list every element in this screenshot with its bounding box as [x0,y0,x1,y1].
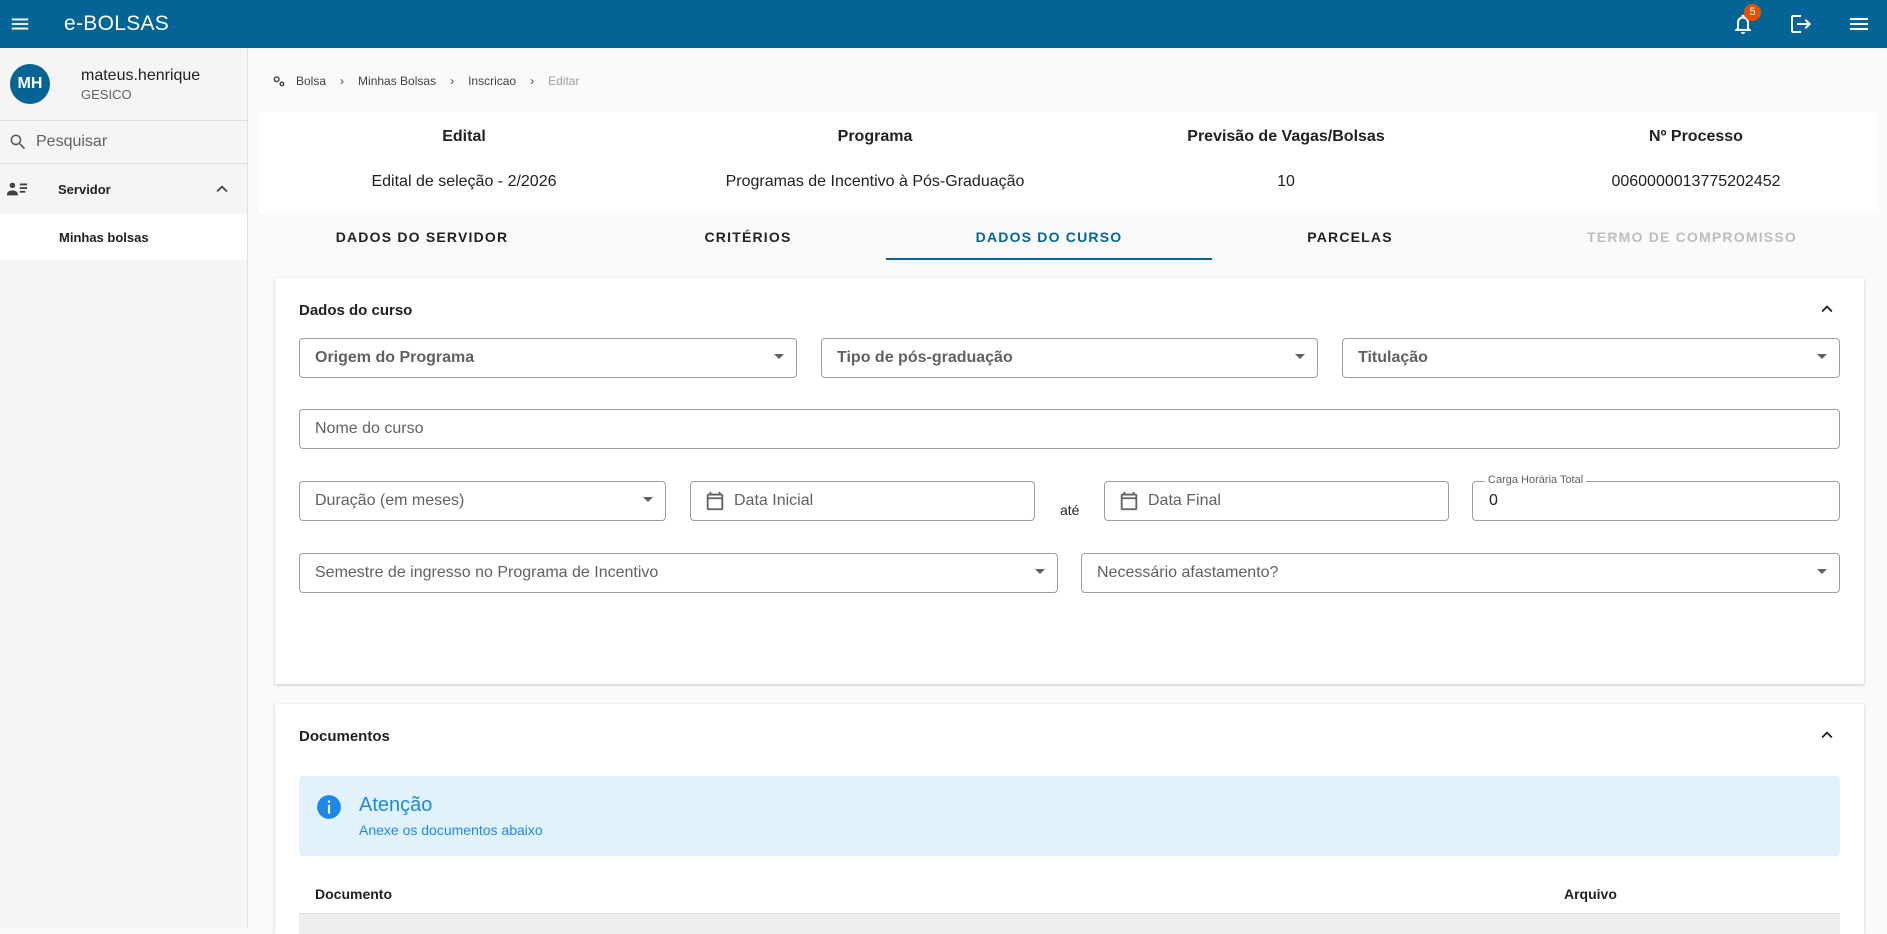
data-final-field[interactable]: Data Final [1104,481,1449,521]
dropdown-arrow-icon [1817,354,1827,359]
tipo-pos-graduacao-select[interactable]: Tipo de pós-graduação [821,338,1318,378]
breadcrumb-minhas-bolsas[interactable]: Minhas Bolsas [358,74,436,88]
carga-horaria-label: Carga Horária Total [1485,474,1587,486]
avatar: MH [10,64,50,104]
col-arquivo: Arquivo [1564,886,1617,902]
info-processo-header: Nº Processo [1649,128,1743,145]
gears-icon [273,76,285,87]
person-list-icon [6,182,28,196]
tab-termo-de-compromisso: TERMO DE COMPROMISSO [1587,229,1797,245]
titulacao-label: Titulação [1358,349,1428,366]
search-icon [10,134,26,150]
info-vagas: Previsão de Vagas/Bolsas 10 [1086,112,1486,191]
afastamento-select[interactable]: Necessário afastamento? [1081,553,1840,593]
dropdown-arrow-icon [643,497,653,502]
notifications-button[interactable]: 5 [1725,4,1761,42]
data-inicial-field[interactable]: Data Inicial [690,481,1035,521]
user-org: GESICO [81,86,132,102]
titulacao-select[interactable]: Titulação [1342,338,1840,378]
documentos-header: Documentos [275,704,1864,768]
dados-do-curso-card: Dados do curso Origem do Programa Tipo d… [275,278,1864,684]
origem-programa-select[interactable]: Origem do Programa [299,338,797,378]
menu-icon[interactable] [0,4,40,44]
ate-label: até [1060,502,1080,518]
data-inicial-label: Data Inicial [734,492,814,509]
sidebar-section-servidor[interactable]: Servidor [0,164,247,214]
app-bar: e-BOLSAS 5 [0,0,1887,48]
info-processo: Nº Processo 0060000013775202452 [1496,112,1887,191]
carga-horaria-field[interactable]: Carga Horária Total 0 [1472,474,1840,521]
info-programa: Programa Programas de Incentivo à Pós-Gr… [675,112,1075,191]
info-processo-value: 0060000013775202452 [1611,173,1781,190]
dados-do-curso-header: Dados do curso [275,278,1864,342]
chevron-right-icon: › [450,74,455,88]
info-programa-value: Programas de Incentivo à Pós-Graduação [725,173,1025,190]
calendar-icon [1118,490,1140,512]
notification-badge: 5 [1744,4,1761,21]
main-content: Bolsa › Minhas Bolsas › Inscricao › Edit… [249,48,1887,934]
info-programa-header: Programa [837,128,913,145]
app-title: e-BOLSAS [64,12,170,35]
logout-icon [1791,15,1811,33]
info-vagas-header: Previsão de Vagas/Bolsas [1187,128,1385,145]
dropdown-arrow-icon [1295,354,1305,359]
alert-title: Atenção [359,794,433,816]
info-icon [317,795,341,819]
dropdown-arrow-icon [774,354,784,359]
sidebar-search [0,120,247,164]
info-vagas-value: 10 [1277,173,1295,190]
search-input[interactable] [36,133,236,151]
duracao-label: Duração (em meses) [315,492,465,509]
info-edital-value: Edital de seleção - 2/2026 [371,173,557,190]
user-profile: MH mateus.henrique GESICO [0,48,247,120]
sidebar: MH mateus.henrique GESICO Servidor Minha… [0,48,248,928]
breadcrumb: Bolsa › Minhas Bolsas › Inscricao › Edit… [272,74,579,88]
chevron-up-icon[interactable] [1816,724,1838,746]
card-title: Documentos [299,727,390,745]
logout-button[interactable] [1783,6,1819,42]
tab-parcelas[interactable]: PARCELAS [1187,212,1513,260]
tab-dados-do-curso[interactable]: DADOS DO CURSO [886,212,1212,260]
tipo-pos-graduacao-label: Tipo de pós-graduação [837,349,1013,366]
carga-horaria-value: 0 [1489,492,1498,509]
tab-dados-do-servidor[interactable]: DADOS DO SERVIDOR [259,212,585,260]
breadcrumb-bolsa[interactable]: Bolsa [296,74,326,88]
nome-curso-field[interactable]: Nome do curso [299,409,1840,449]
chevron-right-icon: › [530,74,535,88]
menu-icon [1850,18,1868,30]
more-menu-button[interactable] [1841,6,1877,42]
tab-criterios[interactable]: CRITÉRIOS [585,212,911,260]
documents-table-header: Documento Arquivo [299,872,1840,914]
documentos-card: Documentos Atenção Anexe os documentos a… [275,704,1864,934]
afastamento-label: Necessário afastamento? [1097,564,1279,581]
table-row [299,914,1840,934]
info-edital-header: Edital [442,128,486,145]
col-documento: Documento [315,886,392,902]
sidebar-section-label: Servidor [58,181,111,197]
chevron-up-icon [216,185,228,193]
duracao-select[interactable]: Duração (em meses) [299,481,666,521]
semestre-ingresso-select[interactable]: Semestre de ingresso no Programa de Ince… [299,553,1058,593]
breadcrumb-editar: Editar [548,74,580,88]
sidebar-item-minhas-bolsas[interactable]: Minhas bolsas [0,214,247,260]
dropdown-arrow-icon [1817,569,1827,574]
edital-info-bar: Edital Edital de seleção - 2/2026 Progra… [259,112,1879,212]
chevron-right-icon: › [340,74,345,88]
chevron-up-icon[interactable] [1816,298,1838,320]
tab-bar: DADOS DO SERVIDOR CRITÉRIOS DADOS DO CUR… [259,212,1879,260]
calendar-icon [704,490,726,512]
dropdown-arrow-icon [1035,569,1045,574]
card-title: Dados do curso [299,301,413,319]
data-final-label: Data Final [1148,492,1221,509]
info-edital: Edital Edital de seleção - 2/2026 [264,112,664,191]
semestre-ingresso-label: Semestre de ingresso no Programa de Ince… [315,564,659,581]
user-name: mateus.henrique [81,66,201,84]
breadcrumb-inscricao[interactable]: Inscricao [468,74,516,88]
alert-text: Anexe os documentos abaixo [359,822,543,838]
nome-curso-label: Nome do curso [315,420,424,437]
origem-programa-label: Origem do Programa [315,349,475,366]
attention-alert: Atenção Anexe os documentos abaixo [299,776,1840,856]
